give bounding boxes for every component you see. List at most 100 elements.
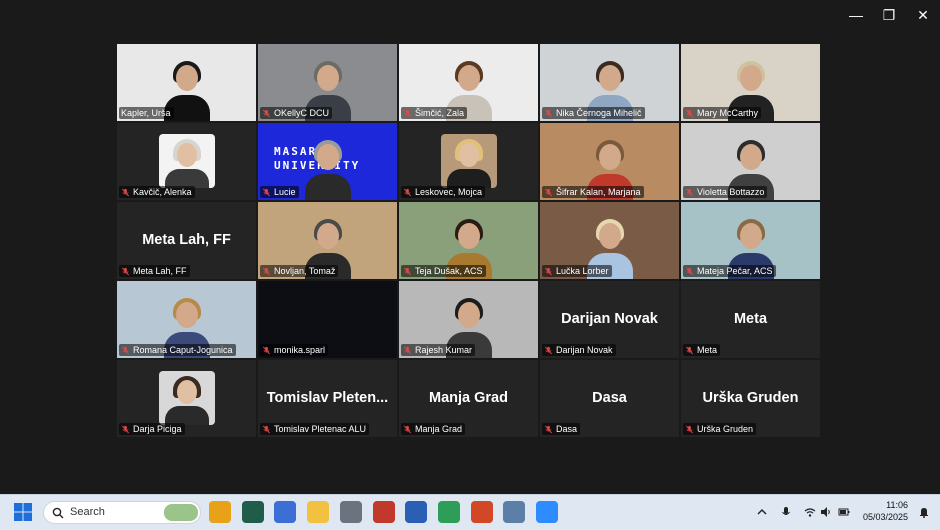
participant-name: Darijan Novak [556,345,613,355]
microphone-icon[interactable] [780,506,792,518]
mic-muted-icon [262,267,271,275]
participant-name-label: Kapler, Urša [119,107,174,119]
mic-muted-icon [685,267,694,275]
window-close-button[interactable]: ✕ [913,6,933,24]
participant-name-label: Darja Piciga [119,423,185,435]
powerpoint-icon[interactable] [470,501,493,523]
participant-name: Lučka Lorber [556,266,609,276]
clock-time: 11:06 [886,500,908,510]
speaker-icon[interactable] [820,506,832,518]
chrome-profile-icon[interactable] [437,501,460,523]
participant-name: Romana Caput-Jogunica [133,345,233,355]
file-explorer-icon[interactable] [307,501,330,523]
participant-tile-kavcic-alenka[interactable]: Kavčič, Alenka [117,123,256,200]
mic-muted-icon [403,267,412,275]
participant-name-label: Urška Gruden [683,423,757,435]
participant-tile-romana-caput-jogunica[interactable]: Romana Caput-Jogunica [117,281,256,358]
participant-name: monika.sparl [274,345,326,355]
mic-muted-icon [685,346,694,354]
participant-tile-simcic-zala[interactable]: Šimčić, Zala [399,44,538,121]
mic-muted-icon [544,188,553,196]
zotero-icon[interactable] [372,501,395,523]
participant-name-label: Mateja Pečar, ACS [683,265,776,277]
wifi-icon[interactable] [804,506,816,518]
participant-tile-sifrar-kalan-marjana[interactable]: Šifrar Kalan, Marjana [540,123,679,200]
participant-name-label: Meta Lah, FF [119,265,190,277]
taskbar-search-box[interactable]: Search [43,501,201,524]
participant-tile-darja-piciga[interactable]: Darja Piciga [117,360,256,437]
participant-tile-violetta-bottazzo[interactable]: Violetta Bottazzo [681,123,820,200]
chevron-up-icon[interactable] [756,506,768,518]
participant-tile-mateja-pecar-acs[interactable]: Mateja Pečar, ACS [681,202,820,279]
participant-name-label: Darijan Novak [542,344,616,356]
mic-muted-icon [262,425,271,433]
participant-name-label: Rajesh Kumar [401,344,476,356]
mic-muted-icon [121,346,130,354]
snipping-tool-icon[interactable] [503,501,526,523]
participant-tile-okellyc-dcu[interactable]: OKellyC DCU [258,44,397,121]
participant-tile-urska-gruden[interactable]: Urška Gruden Urška Gruden [681,360,820,437]
participant-tile-leskovec-mojca[interactable]: Leskovec, Mojca [399,123,538,200]
participant-name: Šimčić, Zala [415,108,465,118]
gallery-grid: Kapler, Urša OKellyC DCU Šimčić, Zala Nika … [117,44,823,442]
participant-tile-rajesh-kumar[interactable]: Rajesh Kumar [399,281,538,358]
participant-tile-monika-sparl[interactable]: monika.sparl [258,281,397,358]
search-label: Search [70,506,105,518]
participant-name-label: monika.sparl [260,344,329,356]
mic-muted-icon [121,425,130,433]
participant-name: Kavčič, Alenka [133,187,192,197]
participant-tile-novljan-tomaz[interactable]: Novljan, Tomaž [258,202,397,279]
participant-display-name: Manja Grad [429,390,508,406]
participant-display-name: Meta Lah, FF [142,232,231,248]
participant-tile-lucka-lorber[interactable]: Lučka Lorber [540,202,679,279]
system-clock[interactable]: 11:06 05/03/2025 [863,499,908,523]
participant-name-label: Manja Grad [401,423,466,435]
chrome-icon[interactable] [209,501,231,523]
window-minimize-button[interactable]: — [846,6,866,24]
window-restore-button[interactable]: ❐ [879,6,899,24]
participant-name: Mary McCarthy [697,108,759,118]
battery-icon[interactable] [838,506,850,518]
participant-name: Meta Lah, FF [133,266,187,276]
settings-icon[interactable] [339,501,362,523]
participant-display-name: Meta [733,311,768,327]
participant-tile-lucie[interactable]: MASARYK UNIVERSITY Lucie [258,123,397,200]
participant-name: Darja Piciga [133,424,182,434]
participant-tile-teja-dusak-acs[interactable]: Teja Dušak, ACS [399,202,538,279]
participant-tile-tomislav-pletenac-alu[interactable]: Tomislav Pleten... Tomislav Pletenac ALU [258,360,397,437]
participant-name-label: Šifrar Kalan, Marjana [542,186,644,198]
participant-tile-manja-grad[interactable]: Manja Grad Manja Grad [399,360,538,437]
mic-muted-icon [262,109,271,117]
participant-name: Lucie [274,187,296,197]
mic-muted-icon [544,346,553,354]
windows-start-icon[interactable] [14,503,32,521]
mic-muted-icon [544,109,553,117]
notification-bell-icon[interactable] [918,506,930,518]
mic-muted-icon [262,188,271,196]
participant-name-label: OKellyC DCU [260,107,333,119]
participant-tile-kapler-ursa[interactable]: Kapler, Urša [117,44,256,121]
participant-tile-nika-cernoga-mihelic[interactable]: Nika Černoga Mihelič [540,44,679,121]
scrivener-icon[interactable] [241,501,264,523]
participant-name: Nika Černoga Mihelič [556,108,642,118]
participant-name: Mateja Pečar, ACS [697,266,773,276]
mic-muted-icon [121,267,130,275]
participant-tile-darijan-novak[interactable]: Darijan Novak Darijan Novak [540,281,679,358]
taskbar: Search 11:06 05/03/2025 [0,494,940,530]
zoom-icon[interactable] [536,501,558,523]
profile-photo [158,134,215,188]
participant-name-label: Violetta Bottazzo [683,186,768,198]
mic-muted-icon [685,425,694,433]
mic-muted-icon [544,425,553,433]
participant-display-name: Urška Gruden [702,390,799,406]
mic-muted-icon [685,109,694,117]
participant-name: OKellyC DCU [274,108,330,118]
participant-tile-mary-mccarthy[interactable]: Mary McCarthy [681,44,820,121]
participant-tile-meta[interactable]: Meta Meta [681,281,820,358]
participant-name-label: Lucie [260,186,299,198]
participant-tile-dasa[interactable]: Dasa Dasa [540,360,679,437]
word-icon[interactable] [405,501,428,523]
participant-tile-meta-lah-ff[interactable]: Meta Lah, FF Meta Lah, FF [117,202,256,279]
teams-icon[interactable] [274,501,297,523]
participant-name-label: Novljan, Tomaž [260,265,339,277]
